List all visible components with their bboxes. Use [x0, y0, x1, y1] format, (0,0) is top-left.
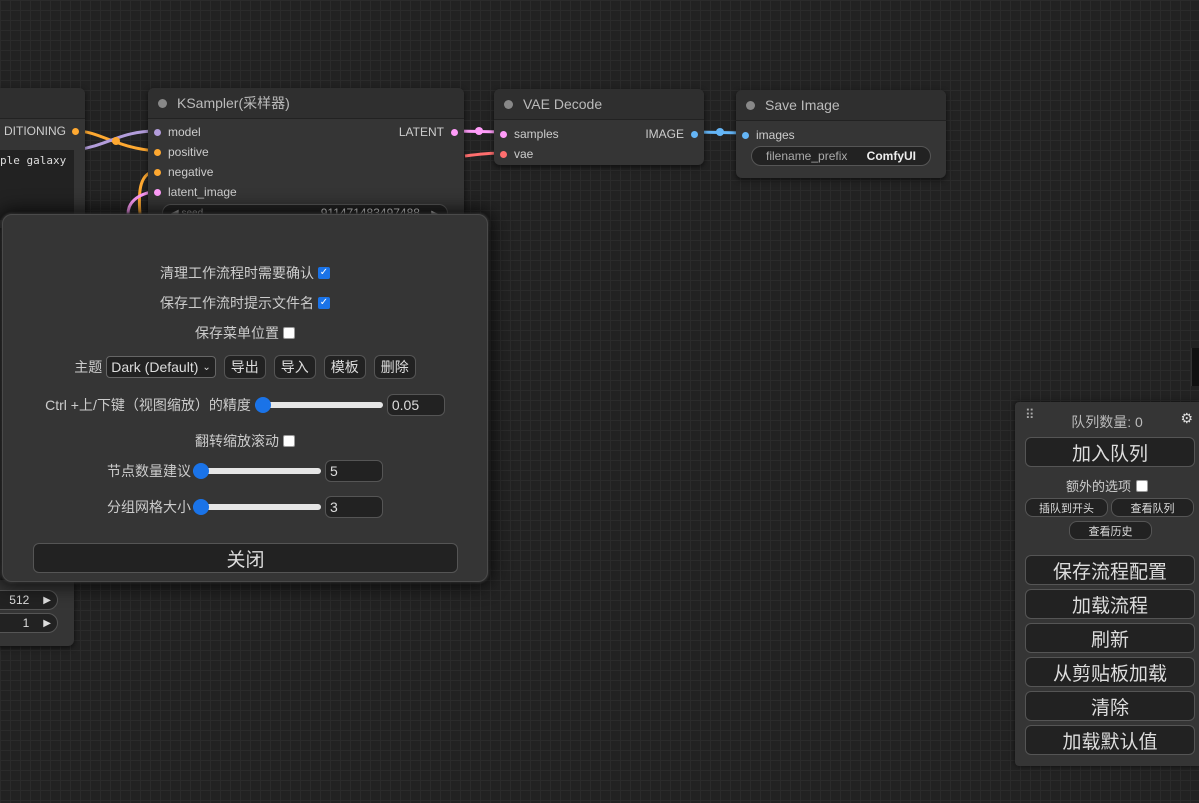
extra-options-row: 额外的选项 — [1015, 476, 1199, 495]
refresh-button[interactable]: 刷新 — [1025, 623, 1195, 653]
queue-front-button[interactable]: 插队到开头 — [1025, 498, 1108, 517]
node-suggestions-input[interactable]: 5 — [325, 460, 383, 482]
setting-prompt-filename: 保存工作流时提示文件名 ✓ — [160, 295, 330, 311]
collapse-dot-icon[interactable] — [746, 100, 755, 110]
prompt-textarea[interactable]: ple galaxy — [0, 150, 74, 220]
grid-size-slider[interactable] — [193, 499, 321, 515]
slot-dot — [500, 150, 507, 158]
slot-dot — [154, 148, 161, 156]
queue-size-label: 队列数量: 0 — [1071, 414, 1143, 430]
clear-button[interactable]: 清除 — [1025, 691, 1195, 721]
slider-thumb[interactable] — [193, 463, 209, 479]
output-slot-latent[interactable]: LATENT — [399, 125, 458, 139]
setting-save-menu-position: 保存菜单位置 — [3, 323, 487, 343]
theme-export-button[interactable]: 导出 — [223, 355, 266, 379]
node-title-bar[interactable]: Save Image — [736, 90, 946, 121]
filename-prefix-widget[interactable]: filename_prefix ComfyUI — [751, 146, 931, 166]
theme-delete-button[interactable]: 删除 — [373, 355, 416, 379]
setting-grid-size: 分组网格大小 3 — [3, 496, 487, 518]
slot-dot — [691, 130, 698, 138]
slider-thumb[interactable] — [254, 397, 271, 413]
input-slot-model[interactable]: model — [154, 125, 201, 139]
collapse-dot-icon[interactable] — [504, 99, 513, 109]
slot-dot — [72, 127, 79, 135]
load-button[interactable]: 加载流程 — [1025, 589, 1195, 619]
slot-dot — [742, 131, 749, 139]
input-slot-vae[interactable]: vae — [500, 147, 533, 161]
save-menu-position-checkbox[interactable] — [283, 327, 295, 339]
input-slot-images[interactable]: images — [742, 128, 795, 142]
queue-menu: ⠿ 队列数量: 0 ⚙ 加入队列 额外的选项 插队到开头 查看队列 查看历史 保… — [1015, 402, 1199, 766]
prompt-filename-checkbox[interactable]: ✓ — [318, 297, 330, 309]
arrow-right-icon: ▶ — [43, 617, 51, 629]
output-slot-image[interactable]: IMAGE — [645, 127, 698, 141]
view-history-button[interactable]: 查看历史 — [1069, 521, 1152, 540]
settings-gear-icon[interactable]: ⚙ — [1180, 410, 1193, 427]
offscreen-node-edge — [1191, 348, 1199, 386]
ksampler-node[interactable]: KSampler(采样器) model positive negative la… — [148, 88, 464, 228]
left-node-bottom[interactable]: 512 ▶ 1 ▶ — [0, 580, 74, 646]
vae-decode-node[interactable]: VAE Decode samples vae IMAGE — [494, 89, 704, 165]
arrow-right-icon: ▶ — [43, 594, 51, 606]
chevron-down-icon: ⌄ — [202, 361, 211, 373]
queue-prompt-button[interactable]: 加入队列 — [1025, 437, 1195, 467]
zoom-precision-input[interactable]: 0.05 — [386, 394, 445, 416]
setting-zoom-precision: Ctrl +上/下键（视图缩放）的精度 0.05 — [3, 394, 487, 416]
slot-dot — [154, 188, 161, 196]
clipspace-button[interactable]: 从剪贴板加载 — [1025, 657, 1195, 687]
left-node-top[interactable]: DITIONING ple galaxy — [0, 88, 85, 228]
save-button[interactable]: 保存流程配置 — [1025, 555, 1195, 585]
grid-size-input[interactable]: 3 — [325, 496, 383, 518]
slot-dot — [500, 130, 507, 138]
node-suggestions-slider[interactable] — [193, 463, 321, 479]
setting-confirm-clear: 清理工作流程时需要确认 ✓ — [160, 265, 330, 281]
setting-node-suggestions: 节点数量建议 5 — [3, 460, 487, 482]
invert-zoom-checkbox[interactable] — [283, 435, 295, 447]
slot-dot — [451, 128, 458, 136]
slot-dot — [154, 168, 161, 176]
settings-dialog: 清理工作流程时需要确认 ✓ 保存工作流时提示文件名 ✓ 保存菜单位置 主题 Da… — [2, 214, 488, 582]
batch-widget[interactable]: 1 ▶ — [0, 613, 58, 633]
slider-thumb[interactable] — [193, 499, 209, 515]
output-slot-conditioning[interactable]: DITIONING — [4, 124, 79, 138]
slot-dot — [154, 128, 161, 136]
collapse-dot-icon[interactable] — [158, 98, 167, 108]
confirm-clear-checkbox[interactable]: ✓ — [318, 267, 330, 279]
extra-options-checkbox[interactable] — [1136, 479, 1148, 492]
load-default-button[interactable]: 加载默认值 — [1025, 725, 1195, 755]
close-button[interactable]: 关闭 — [33, 543, 458, 573]
input-slot-samples[interactable]: samples — [500, 127, 559, 141]
theme-select[interactable]: Dark (Default) ⌄ — [106, 356, 216, 378]
node-title-bar[interactable]: KSampler(采样器) — [148, 88, 464, 119]
save-image-node[interactable]: Save Image images filename_prefix ComfyU… — [736, 90, 946, 178]
width-widget[interactable]: 512 ▶ — [0, 590, 58, 610]
input-slot-negative[interactable]: negative — [154, 165, 213, 179]
theme-import-button[interactable]: 导入 — [273, 355, 316, 379]
node-title-bar[interactable]: VAE Decode — [494, 89, 704, 120]
input-slot-latent-image[interactable]: latent_image — [154, 185, 237, 199]
input-slot-positive[interactable]: positive — [154, 145, 209, 159]
theme-template-button[interactable]: 模板 — [323, 355, 366, 379]
zoom-precision-slider[interactable] — [254, 397, 383, 413]
setting-theme: 主题 Dark (Default) ⌄ 导出 导入 模板 删除 — [3, 355, 487, 379]
setting-invert-zoom: 翻转缩放滚动 — [3, 431, 487, 451]
view-queue-button[interactable]: 查看队列 — [1111, 498, 1194, 517]
